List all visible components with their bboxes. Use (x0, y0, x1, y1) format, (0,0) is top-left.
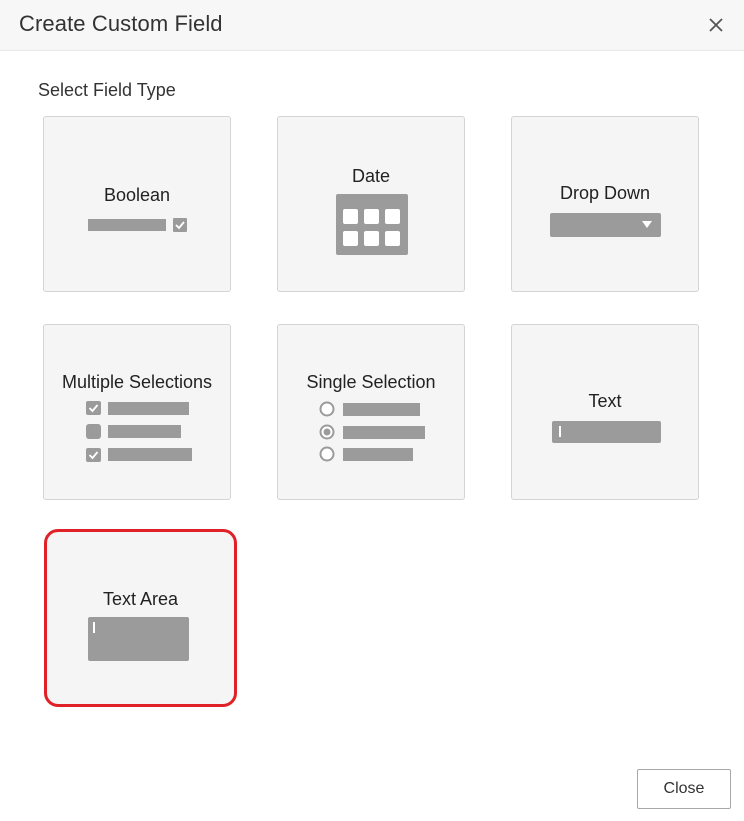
field-type-label: Text (588, 391, 622, 411)
radio-list-icon (319, 401, 425, 462)
section-label: Select Field Type (38, 80, 176, 100)
field-type-text-area[interactable]: Text Area (44, 529, 237, 707)
dialog-header: Create Custom Field (0, 0, 744, 51)
close-icon[interactable] (707, 16, 725, 34)
field-type-drop-down[interactable]: Drop Down (511, 116, 699, 292)
field-type-label: Drop Down (559, 183, 651, 203)
field-type-label: Single Selection (306, 372, 436, 392)
field-type-boolean[interactable]: Boolean (43, 116, 231, 292)
field-type-single-selection[interactable]: Single Selection (277, 324, 465, 500)
field-type-multiple-selections[interactable]: Multiple Selections (43, 324, 231, 500)
close-button[interactable]: Close (637, 769, 731, 809)
field-type-date[interactable]: Date (277, 116, 465, 292)
text-area-icon (88, 617, 189, 661)
field-type-label: Text Area (102, 589, 179, 609)
boolean-icon (88, 218, 187, 232)
dialog-title: Create Custom Field (19, 11, 223, 36)
field-type-label: Date (351, 166, 391, 186)
checkbox-list-icon (86, 401, 192, 462)
field-type-text[interactable]: Text (511, 324, 699, 500)
dropdown-icon (550, 213, 661, 237)
field-type-label: Multiple Selections (61, 372, 213, 392)
calendar-icon (336, 194, 408, 255)
text-input-icon (552, 421, 661, 443)
field-type-label: Boolean (103, 185, 171, 205)
